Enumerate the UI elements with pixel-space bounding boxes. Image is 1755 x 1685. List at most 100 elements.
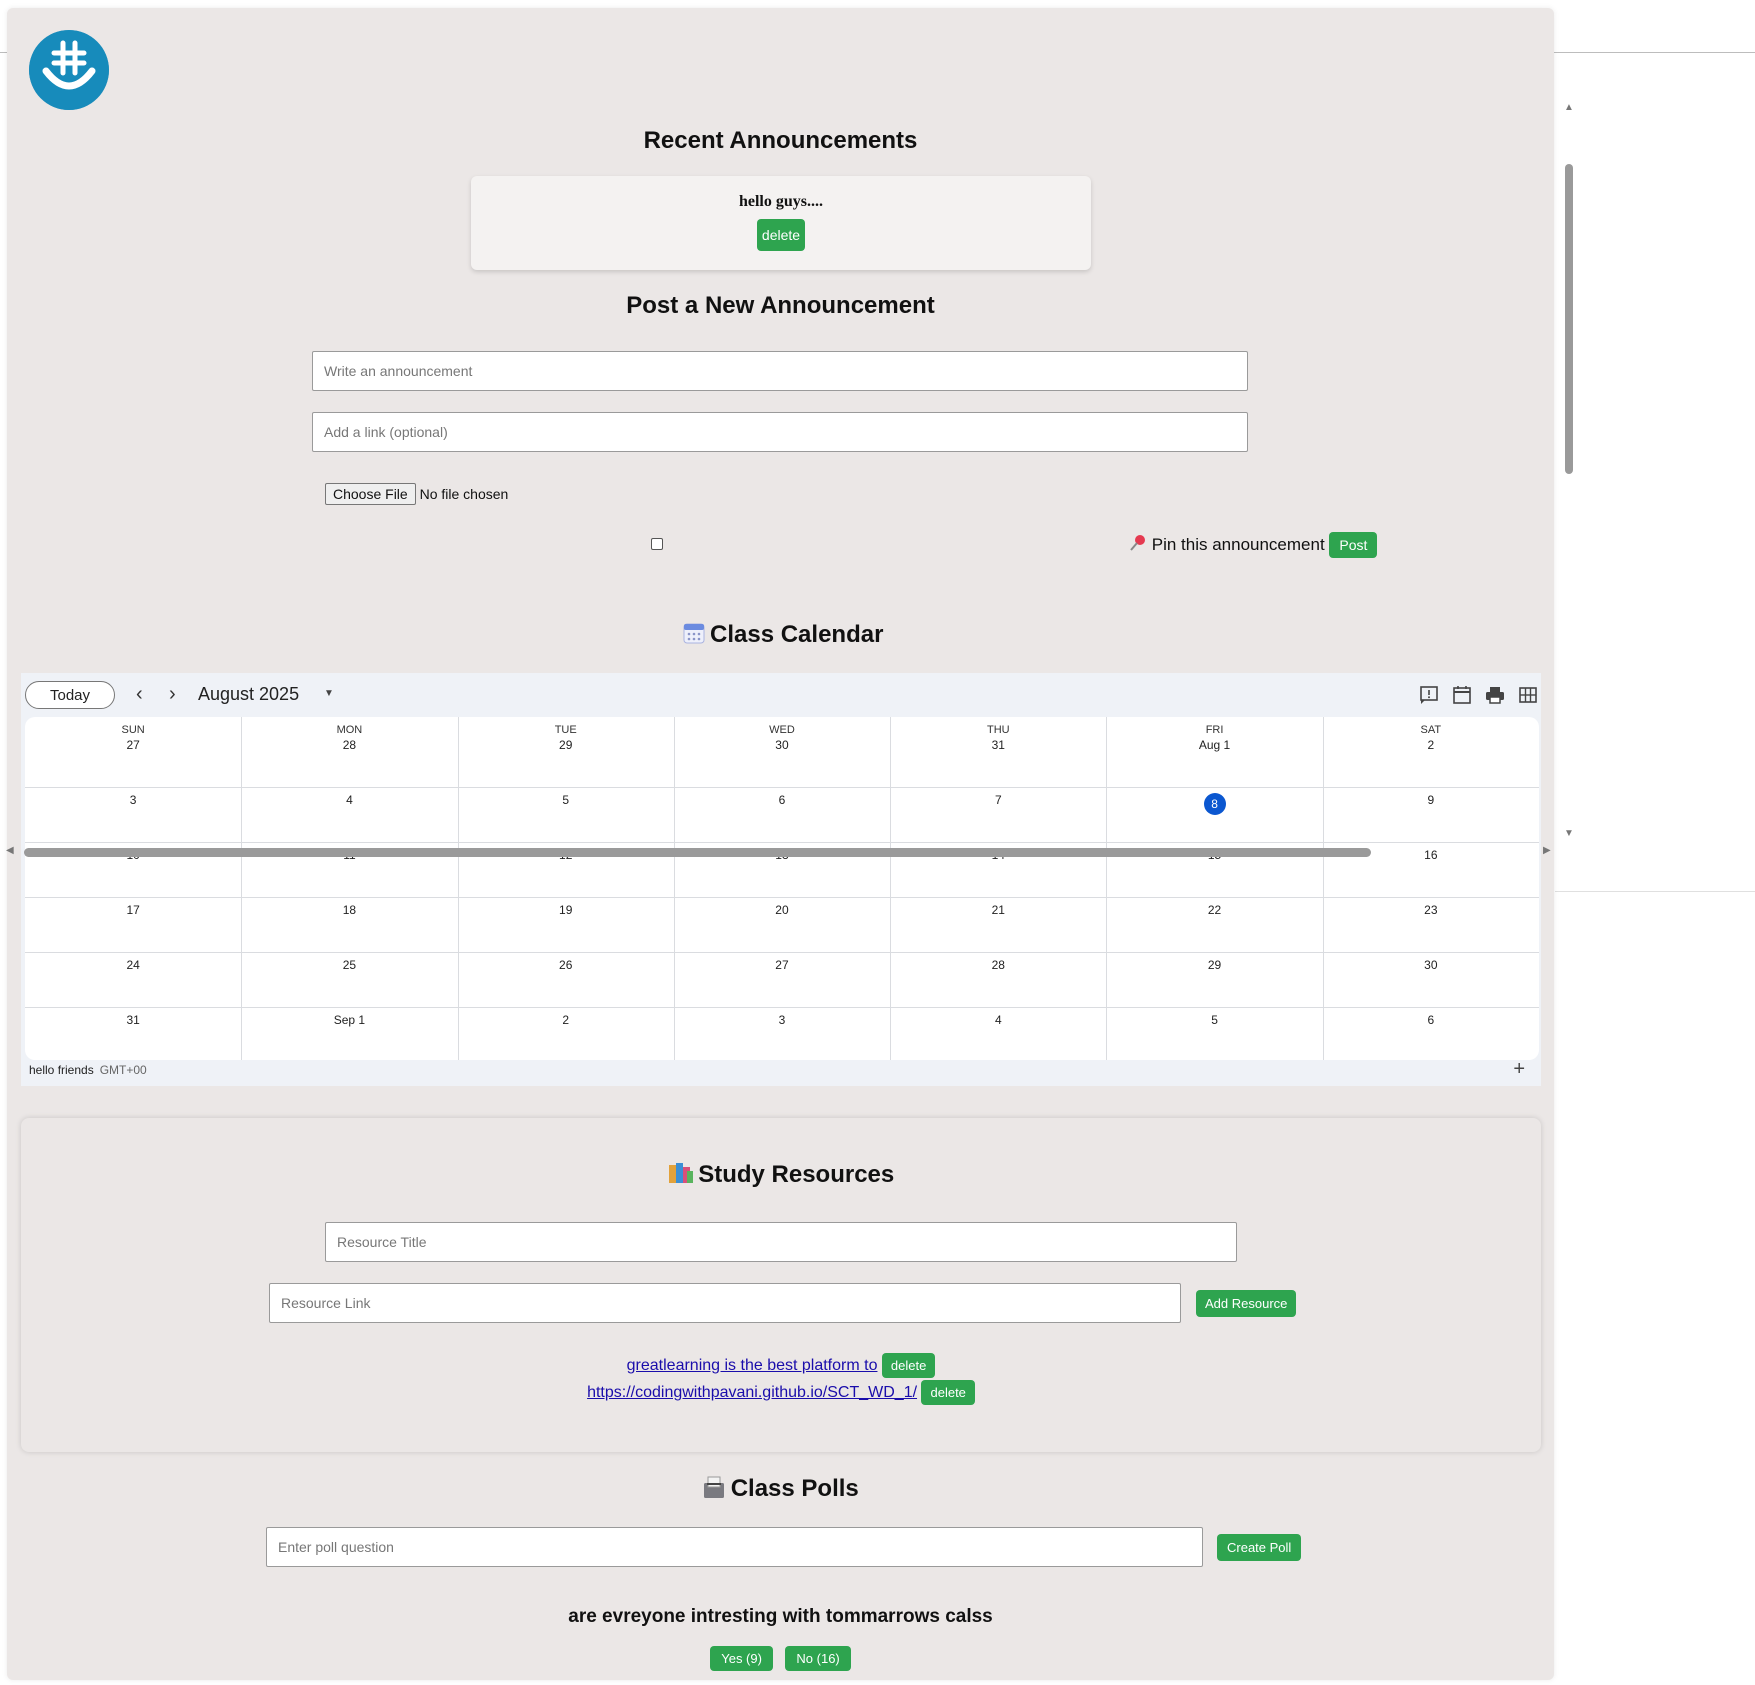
day-number-text: 19 <box>559 903 573 917</box>
calendar-day-cell[interactable]: 31 <box>25 1007 243 1060</box>
create-poll-button[interactable]: Create Poll <box>1217 1534 1302 1561</box>
calendar-day-cell[interactable]: 25 <box>241 952 459 1007</box>
day-number: 5 <box>1106 1013 1322 1027</box>
announcement-input[interactable] <box>312 351 1248 391</box>
calendar-day-cell[interactable]: 4 <box>241 787 459 842</box>
resource-list-item: greatlearning is the best platform to de… <box>21 1353 1541 1378</box>
calendar-embed: Today ‹ › August 2025 ▼ SUN 27 MON 28 TUE 2 <box>21 673 1541 1086</box>
day-of-week-label: WED <box>769 724 795 736</box>
day-number: 7 <box>890 793 1106 807</box>
calendar-day-cell[interactable]: 2 <box>458 1007 675 1060</box>
post-heading: Post a New Announcement <box>626 292 935 319</box>
month-label[interactable]: August 2025 <box>198 684 299 705</box>
poll-question-input[interactable] <box>266 1527 1203 1567</box>
calendar-day-cell[interactable]: 20 <box>674 897 892 952</box>
calendar-day-cell[interactable]: FRI Aug 1 <box>1106 717 1324 787</box>
calendar-day-cell[interactable]: 5 <box>1106 1007 1324 1060</box>
plus-icon[interactable]: + <box>1513 1058 1525 1081</box>
calendar-day-cell[interactable]: 22 <box>1106 897 1324 952</box>
resource-link[interactable]: https://codingwithpavani.github.io/SCT_W… <box>587 1384 917 1401</box>
choose-file-button[interactable]: Choose File <box>325 483 416 505</box>
day-number-text: 6 <box>1427 1013 1435 1027</box>
post-button[interactable]: Post <box>1329 532 1378 558</box>
calendar-day-cell[interactable]: 7 <box>890 787 1108 842</box>
scroll-up-arrow-icon[interactable]: ▲ <box>1564 102 1574 113</box>
file-status: No file chosen <box>419 486 509 502</box>
delete-resource-button[interactable]: delete <box>881 1353 936 1378</box>
calendar-day-cell[interactable]: MON 28 <box>241 717 459 787</box>
calendar-day-cell[interactable]: 8 <box>1106 787 1324 842</box>
day-number: 30 <box>674 738 890 752</box>
link-input[interactable] <box>312 412 1248 452</box>
calendar-day-cell[interactable]: WED 30 <box>674 717 892 787</box>
calendar-day-cell[interactable]: SUN 27 <box>25 717 243 787</box>
calendar-day-cell[interactable]: 19 <box>458 897 675 952</box>
horizontal-scroll-thumb[interactable] <box>24 848 1371 857</box>
scroll-down-arrow-icon[interactable]: ▼ <box>1564 828 1574 839</box>
ballot-box-icon <box>702 1476 730 1500</box>
vote-no-button[interactable]: No (16) <box>785 1646 851 1671</box>
calendar-day-cell[interactable]: 17 <box>25 897 243 952</box>
calendar-day-cell[interactable]: 3 <box>25 787 243 842</box>
calendar-day-cell[interactable]: 6 <box>1323 1007 1539 1060</box>
calendar-day-cell[interactable]: 27 <box>674 952 892 1007</box>
grid-view-icon[interactable] <box>1518 685 1538 705</box>
day-number: 31 <box>25 1013 241 1027</box>
calendar-day-cell[interactable]: 24 <box>25 952 243 1007</box>
scroll-left-arrow-icon[interactable]: ◀ <box>6 845 14 856</box>
calendar-view-icon[interactable] <box>1452 685 1472 705</box>
pin-checkbox[interactable] <box>651 538 663 550</box>
calendar-day-cell[interactable]: 29 <box>1106 952 1324 1007</box>
calendar-day-cell[interactable]: 3 <box>674 1007 892 1060</box>
calendar-day-cell[interactable]: 9 <box>1323 787 1539 842</box>
calendar-day-cell[interactable]: 30 <box>1323 952 1539 1007</box>
calendar-day-cell[interactable]: 21 <box>890 897 1108 952</box>
vertical-scrollbar[interactable]: ▲ ▼ <box>1561 100 1577 862</box>
horizontal-scrollbar[interactable]: ◀ ▶ <box>0 843 1555 863</box>
calendar-day-cell[interactable]: THU 31 <box>890 717 1108 787</box>
feedback-icon[interactable] <box>1419 685 1439 705</box>
calendar-day-cell[interactable]: 23 <box>1323 897 1539 952</box>
day-of-week-label: TUE <box>554 724 577 736</box>
groupme-logo-icon[interactable] <box>28 29 110 111</box>
day-number: 5 <box>458 793 674 807</box>
calendar-timezone: GMT+00 <box>99 1063 147 1077</box>
day-of-week-label: MON <box>336 724 363 736</box>
day-number-text: 4 <box>346 793 353 807</box>
day-number: Aug 1 <box>1106 738 1322 752</box>
calendar-day-cell[interactable]: Sep 1 <box>241 1007 459 1060</box>
day-number-text: 29 <box>1207 958 1222 972</box>
calendar-day-cell[interactable]: TUE 29 <box>458 717 675 787</box>
calendar-day-cell[interactable]: 4 <box>890 1007 1108 1060</box>
delete-announcement-button[interactable]: delete <box>756 219 806 251</box>
print-icon[interactable] <box>1485 685 1505 705</box>
scroll-right-arrow-icon[interactable]: ▶ <box>1543 845 1551 856</box>
calendar-day-cell[interactable]: 6 <box>674 787 892 842</box>
pin-label: Pin this announcement <box>1151 535 1325 554</box>
calendar-day-cell[interactable]: 26 <box>458 952 675 1007</box>
day-number: 29 <box>1106 958 1322 972</box>
chevron-left-icon[interactable]: ‹ <box>136 683 143 706</box>
dropdown-arrow-icon[interactable]: ▼ <box>324 688 334 699</box>
calendar-week-row: SUN 27 MON 28 TUE 29 WED 30 THU 31 FRI Aug 1 SAT 2 <box>25 717 1539 788</box>
day-number: 19 <box>458 903 674 917</box>
day-number: 28 <box>241 738 457 752</box>
calendar-day-cell[interactable]: 28 <box>890 952 1108 1007</box>
resource-link[interactable]: greatlearning is the best platform to <box>627 1357 878 1374</box>
resource-link-input[interactable] <box>269 1283 1181 1323</box>
chevron-right-icon[interactable]: › <box>169 683 176 706</box>
vote-yes-button[interactable]: Yes (9) <box>710 1646 773 1671</box>
delete-resource-button[interactable]: delete <box>921 1380 975 1405</box>
vertical-scroll-thumb[interactable] <box>1565 164 1573 474</box>
calendar-day-cell[interactable]: 5 <box>458 787 675 842</box>
add-resource-button[interactable]: Add Resource <box>1196 1290 1297 1317</box>
day-number-text: 20 <box>775 903 789 917</box>
calendar-day-cell[interactable]: 18 <box>241 897 459 952</box>
day-number-text: 23 <box>1424 903 1438 917</box>
today-button[interactable]: Today <box>25 681 115 709</box>
poll-question: are evreyone intresting with tommarrows … <box>568 1606 993 1627</box>
calendar-day-cell[interactable]: SAT 2 <box>1323 717 1539 787</box>
resource-title-input[interactable] <box>325 1222 1237 1262</box>
day-number-text: 3 <box>778 1013 786 1027</box>
day-number-text: 31 <box>126 1013 140 1027</box>
